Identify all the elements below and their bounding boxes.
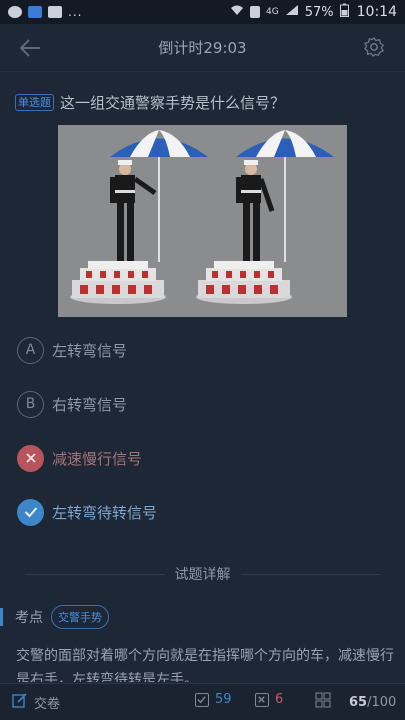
option-c[interactable]: 减速慢行信号	[17, 443, 387, 473]
divider-line-left	[25, 573, 165, 575]
correct-count: 59	[195, 692, 232, 707]
knowledge-point-row: 考点 交警手势	[0, 604, 405, 630]
wrong-count: 6	[255, 692, 283, 707]
section-accent-bar	[0, 608, 3, 626]
countdown-timer: 倒计时29:03	[158, 39, 247, 57]
option-b-marker: B	[17, 390, 44, 418]
signal-icon	[285, 4, 299, 20]
progress-current: 65	[349, 694, 368, 710]
status-bar: ... 4G 57% 10:14	[0, 0, 405, 24]
wrong-count-value: 6	[275, 692, 284, 707]
option-d-label: 左转弯待转信号	[52, 503, 158, 522]
correct-count-value: 59	[215, 692, 232, 707]
correct-check-icon	[17, 498, 44, 526]
more-notifications: ...	[68, 5, 83, 19]
explanation-heading: 试题详解	[174, 567, 231, 583]
submit-exam-button[interactable]: 交卷	[12, 692, 60, 712]
submit-label: 交卷	[34, 696, 61, 712]
network-type: 4G	[266, 7, 279, 17]
option-b[interactable]: B 右转弯信号	[17, 389, 387, 419]
back-arrow-icon[interactable]	[16, 34, 44, 62]
clock: 10:14	[356, 4, 397, 20]
option-a-label: 左转弯信号	[52, 341, 128, 360]
edit-icon	[12, 692, 28, 712]
question-image	[58, 125, 347, 317]
knowledge-point-label: 考点	[15, 610, 43, 626]
progress-total: /100	[367, 694, 397, 710]
question-progress[interactable]: 65/100	[315, 692, 396, 712]
option-b-label: 右转弯信号	[52, 395, 128, 414]
option-d[interactable]: 左转弯待转信号	[17, 497, 387, 527]
app-notification-icon	[28, 6, 42, 18]
battery-icon	[339, 3, 349, 21]
wechat-icon	[8, 6, 22, 18]
wifi-icon	[230, 4, 244, 20]
correct-box-icon	[195, 692, 209, 707]
option-a-marker: A	[17, 336, 44, 364]
option-a[interactable]: A 左转弯信号	[17, 335, 387, 365]
weather-icon	[48, 6, 62, 18]
grid-icon	[315, 692, 331, 712]
bottom-bar: 交卷 59 6 65/100	[0, 683, 405, 720]
explanation-text: 交警的面部对着哪个方向就是在指挥哪个方向的车，减速慢行是右手，左转弯待转是左手。	[16, 648, 394, 682]
question-text: 这一组交通警察手势是什么信号？	[60, 94, 286, 112]
settings-gear-icon[interactable]	[363, 36, 387, 60]
wrong-x-icon	[17, 444, 44, 472]
question-stem: 单选题 这一组交通警察手势是什么信号？	[15, 92, 395, 113]
top-header: 倒计时29:03	[0, 24, 405, 72]
question-type-badge: 单选题	[15, 94, 54, 111]
battery-percent: 57%	[304, 4, 334, 20]
sim-icon	[250, 6, 261, 18]
knowledge-point-tag[interactable]: 交警手势	[51, 605, 109, 629]
option-c-label: 减速慢行信号	[52, 449, 143, 468]
explanation-divider: 试题详解	[25, 564, 380, 584]
wrong-box-icon	[255, 692, 269, 707]
divider-line-right	[240, 573, 380, 575]
